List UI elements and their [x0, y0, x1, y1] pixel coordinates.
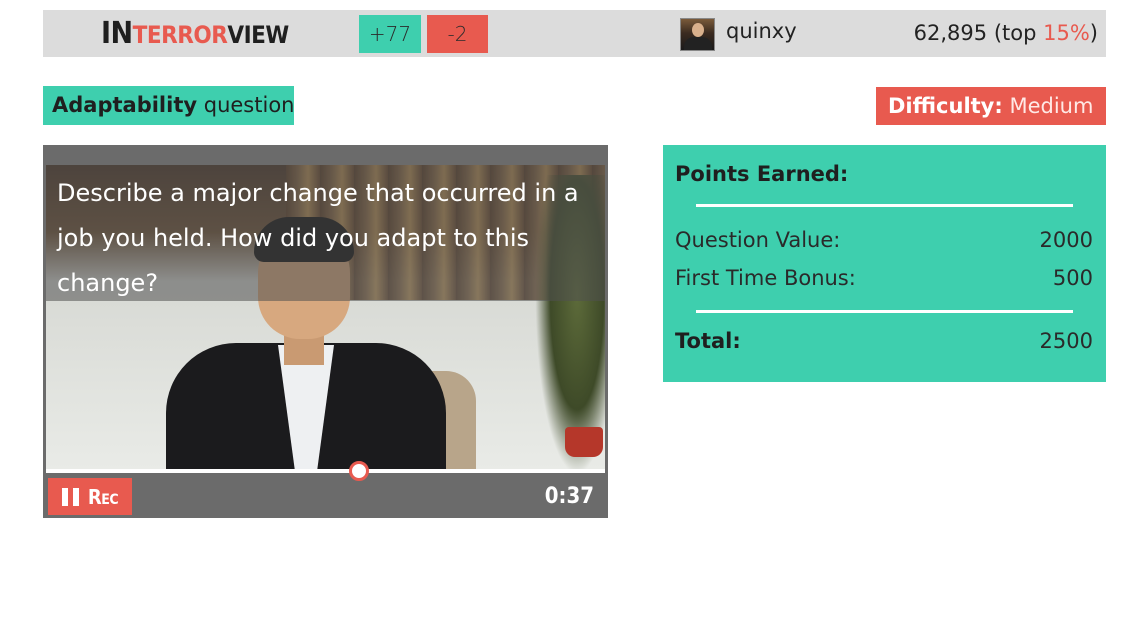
difficulty-label: Difficulty: — [888, 94, 1003, 118]
score-value: 62,895 — [913, 21, 988, 45]
avatar-body — [684, 37, 712, 50]
difficulty-tag: Difficulty: Medium — [876, 87, 1106, 125]
total-label: Total: — [675, 329, 741, 353]
recording-timer: 0:37 — [544, 484, 594, 509]
pause-icon — [61, 487, 80, 506]
record-label: Rec — [87, 484, 119, 509]
positive-votes-badge[interactable]: +77 — [359, 15, 421, 53]
avatar[interactable] — [680, 18, 715, 51]
logo-part-2: terror — [132, 21, 228, 49]
rank-percent: 15% — [1043, 21, 1090, 45]
points-title: Points Earned: — [675, 162, 849, 186]
difficulty-value: Medium — [1009, 94, 1094, 118]
divider-bottom — [696, 310, 1073, 313]
logo-part-3: view — [227, 21, 289, 49]
total-amount: 2500 — [1039, 329, 1093, 353]
pause-record-button[interactable]: Rec — [48, 478, 132, 515]
question-category-tag: Adaptability question — [43, 86, 294, 125]
avatar-face — [692, 23, 704, 37]
negative-votes-badge[interactable]: -2 — [427, 15, 488, 53]
category-name: Adaptability — [52, 93, 198, 117]
video-progress-knob[interactable] — [349, 461, 370, 481]
video-recorder[interactable]: Describe a major change that occurred in… — [43, 145, 608, 518]
rank-suffix: ) — [1089, 21, 1098, 45]
top-bar: Interrorview +77 -2 quinxy 62,895 (top 1… — [43, 10, 1106, 57]
divider-top — [696, 204, 1073, 207]
logo-part-1: In — [101, 16, 133, 51]
category-suffix: question — [203, 93, 295, 117]
score-display: 62,895 (top 15%) — [914, 18, 1098, 48]
question-value-label: Question Value: — [675, 228, 841, 252]
question-text: Describe a major change that occurred in… — [57, 179, 579, 297]
question-overlay: Describe a major change that occurred in… — [46, 165, 605, 301]
video-progress-track[interactable] — [46, 469, 605, 473]
username[interactable]: quinxy — [726, 16, 797, 46]
points-earned-panel: Points Earned: Question Value: 2000 Firs… — [663, 145, 1106, 382]
question-value-amount: 2000 — [1039, 228, 1093, 252]
background-pot — [565, 427, 603, 457]
app-logo[interactable]: Interrorview — [101, 15, 289, 52]
first-time-bonus-amount: 500 — [1052, 266, 1093, 290]
first-time-bonus-label: First Time Bonus: — [675, 266, 856, 290]
rank-prefix: (top — [993, 21, 1044, 45]
